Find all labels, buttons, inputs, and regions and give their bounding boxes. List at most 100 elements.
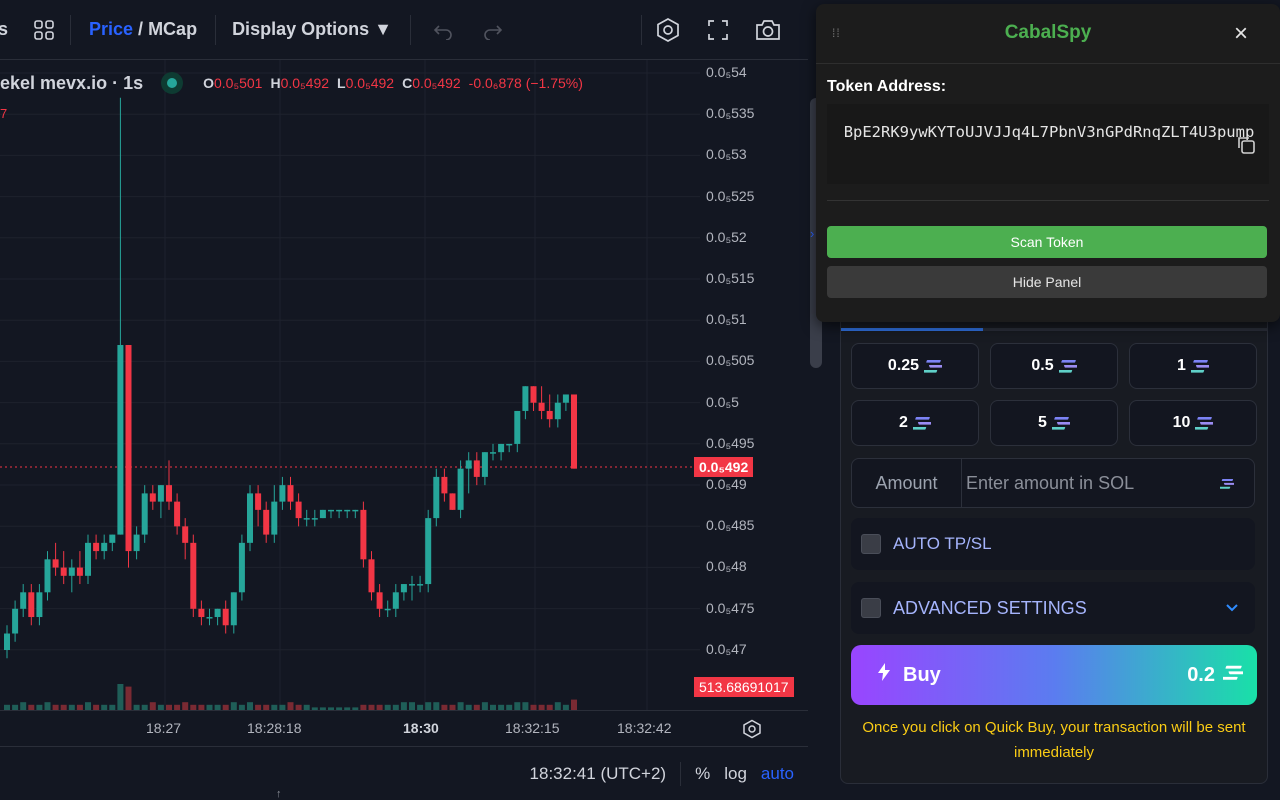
volume-bar xyxy=(149,702,156,710)
time-axis[interactable]: 18:27 18:28:18 18:30 18:32:15 18:32:42 xyxy=(0,710,808,746)
candle-body xyxy=(28,592,35,618)
advanced-settings-checkbox[interactable] xyxy=(861,598,881,618)
toolbar-clipped-item[interactable]: s xyxy=(0,19,8,40)
candle-body xyxy=(271,501,278,535)
candlestick-chart[interactable] xyxy=(0,60,700,710)
candle-body xyxy=(433,476,440,519)
auto-tpsl-label: AUTO TP/SL xyxy=(893,534,992,553)
buy-label: Buy xyxy=(903,663,941,686)
candle-body xyxy=(222,608,229,626)
volume-bar xyxy=(117,684,124,710)
solana-icon xyxy=(1221,664,1245,687)
price-toggle[interactable]: Price xyxy=(89,19,133,39)
candle-body xyxy=(522,386,529,411)
symbol-label: ekel mevx.io · 1s xyxy=(0,72,144,93)
chart-toolbar: s Price / MCap Display Options ▼ xyxy=(0,0,808,60)
axis-settings-icon[interactable] xyxy=(742,719,762,744)
toolbar-separator xyxy=(409,14,411,45)
percent-scale-toggle[interactable]: % xyxy=(695,764,710,784)
auto-scale-toggle[interactable]: auto xyxy=(761,764,794,784)
cabalspy-header[interactable]: ⁞⁞ CabalSpy × xyxy=(816,4,1280,64)
chevron-down-icon[interactable] xyxy=(1225,600,1239,618)
token-address-label: Token Address: xyxy=(827,78,947,95)
candle-body xyxy=(287,485,294,502)
price-axis[interactable]: 0.0₅54 0.0₅535 0.0₅53 0.0₅525 0.0₅52 0.0₅515 0… xyxy=(694,60,808,710)
price-tick: 0.0₅485 xyxy=(706,517,755,534)
candle-body xyxy=(125,345,132,552)
candle-body xyxy=(76,567,83,576)
drag-handle-icon[interactable]: ↑ xyxy=(276,788,282,800)
candle-body xyxy=(52,559,59,568)
price-tick: 0.0₅54 xyxy=(706,64,747,80)
expand-arrow-icon[interactable]: › xyxy=(810,226,814,241)
time-tick: 18:28:18 xyxy=(247,720,302,736)
candle-body xyxy=(109,534,116,543)
app-root: s Price / MCap Display Options ▼ ekel me… xyxy=(0,0,1280,800)
candle-body xyxy=(506,443,513,446)
price-mcap-toggle[interactable]: Price / MCap xyxy=(89,19,197,40)
candle-body xyxy=(255,493,262,510)
price-tick: 0.0₅53 xyxy=(706,146,747,163)
candle-body xyxy=(441,476,448,494)
volume-bar xyxy=(182,702,189,710)
scan-token-button[interactable]: Scan Token xyxy=(827,226,1267,258)
price-tick: 0.0₅495 xyxy=(706,434,755,451)
mcap-toggle[interactable]: MCap xyxy=(148,19,197,39)
volume-bar xyxy=(20,702,27,710)
price-tick: 0.0₅5 xyxy=(706,393,739,410)
auto-tpsl-row[interactable]: AUTO TP/SL xyxy=(851,518,1255,570)
advanced-settings-row[interactable]: ADVANCED SETTINGS xyxy=(851,582,1255,634)
candle-body xyxy=(481,452,488,477)
candle-body xyxy=(344,509,351,512)
volume-bar xyxy=(287,702,294,710)
quick-amount-button[interactable]: 5 xyxy=(990,400,1118,446)
display-options-button[interactable]: Display Options ▼ xyxy=(232,19,392,40)
quick-amount-button[interactable]: 0.5 xyxy=(990,343,1118,389)
buy-amount: 0.2 xyxy=(1187,663,1215,686)
candle-body xyxy=(68,567,75,576)
log-scale-toggle[interactable]: log xyxy=(724,764,747,784)
time-tick: 18:32:15 xyxy=(505,720,560,736)
buy-button[interactable]: Buy 0.2 xyxy=(851,645,1257,705)
volume-bar xyxy=(44,702,51,710)
amount-input[interactable] xyxy=(966,467,1216,499)
candles xyxy=(4,97,577,659)
solana-icon xyxy=(922,359,944,373)
candle-body xyxy=(60,567,67,576)
solana-icon xyxy=(1218,477,1236,495)
redo-icon[interactable] xyxy=(475,12,511,48)
settings-hexagon-icon[interactable] xyxy=(650,12,686,48)
fullscreen-icon[interactable] xyxy=(700,12,736,48)
close-icon[interactable]: × xyxy=(1234,22,1248,46)
candle-body xyxy=(409,584,415,586)
solana-icon xyxy=(911,416,933,430)
candle-body xyxy=(376,592,383,609)
candle-body xyxy=(101,542,108,552)
candle-body xyxy=(230,592,237,626)
low-label: L xyxy=(337,75,346,91)
high-label: H xyxy=(270,75,281,91)
lightning-icon xyxy=(877,663,891,687)
candle-body xyxy=(554,402,561,420)
amount-label: Amount xyxy=(852,459,962,507)
auto-tpsl-checkbox[interactable] xyxy=(861,534,881,554)
token-address-value[interactable]: BpE2RK9ywKYToUJVJJq4L7PbnV3nGPdRnqZLT4U3… xyxy=(839,118,1259,146)
quick-amount-button[interactable]: 0.25 xyxy=(851,343,979,389)
camera-icon[interactable] xyxy=(750,12,786,48)
candle-body xyxy=(279,485,286,502)
quick-amount-button[interactable]: 10 xyxy=(1129,400,1257,446)
undo-icon[interactable] xyxy=(425,12,461,48)
clock-timezone[interactable]: 18:32:41 (UTC+2) xyxy=(530,764,667,784)
candle-body xyxy=(93,542,100,552)
quick-amount-button[interactable]: 2 xyxy=(851,400,979,446)
current-price-tag: 0.0₅492 xyxy=(694,457,754,477)
copy-icon[interactable] xyxy=(1235,134,1257,161)
cabalspy-title: CabalSpy xyxy=(1004,22,1092,43)
volume-bar xyxy=(457,702,464,710)
grid-layout-icon[interactable] xyxy=(26,12,62,48)
volume-bars xyxy=(4,684,577,710)
hide-panel-button[interactable]: Hide Panel xyxy=(827,266,1267,298)
quick-amount-button[interactable]: 1 xyxy=(1129,343,1257,389)
candle-body xyxy=(368,559,375,593)
price-tick: 0.0₅535 xyxy=(706,105,755,122)
